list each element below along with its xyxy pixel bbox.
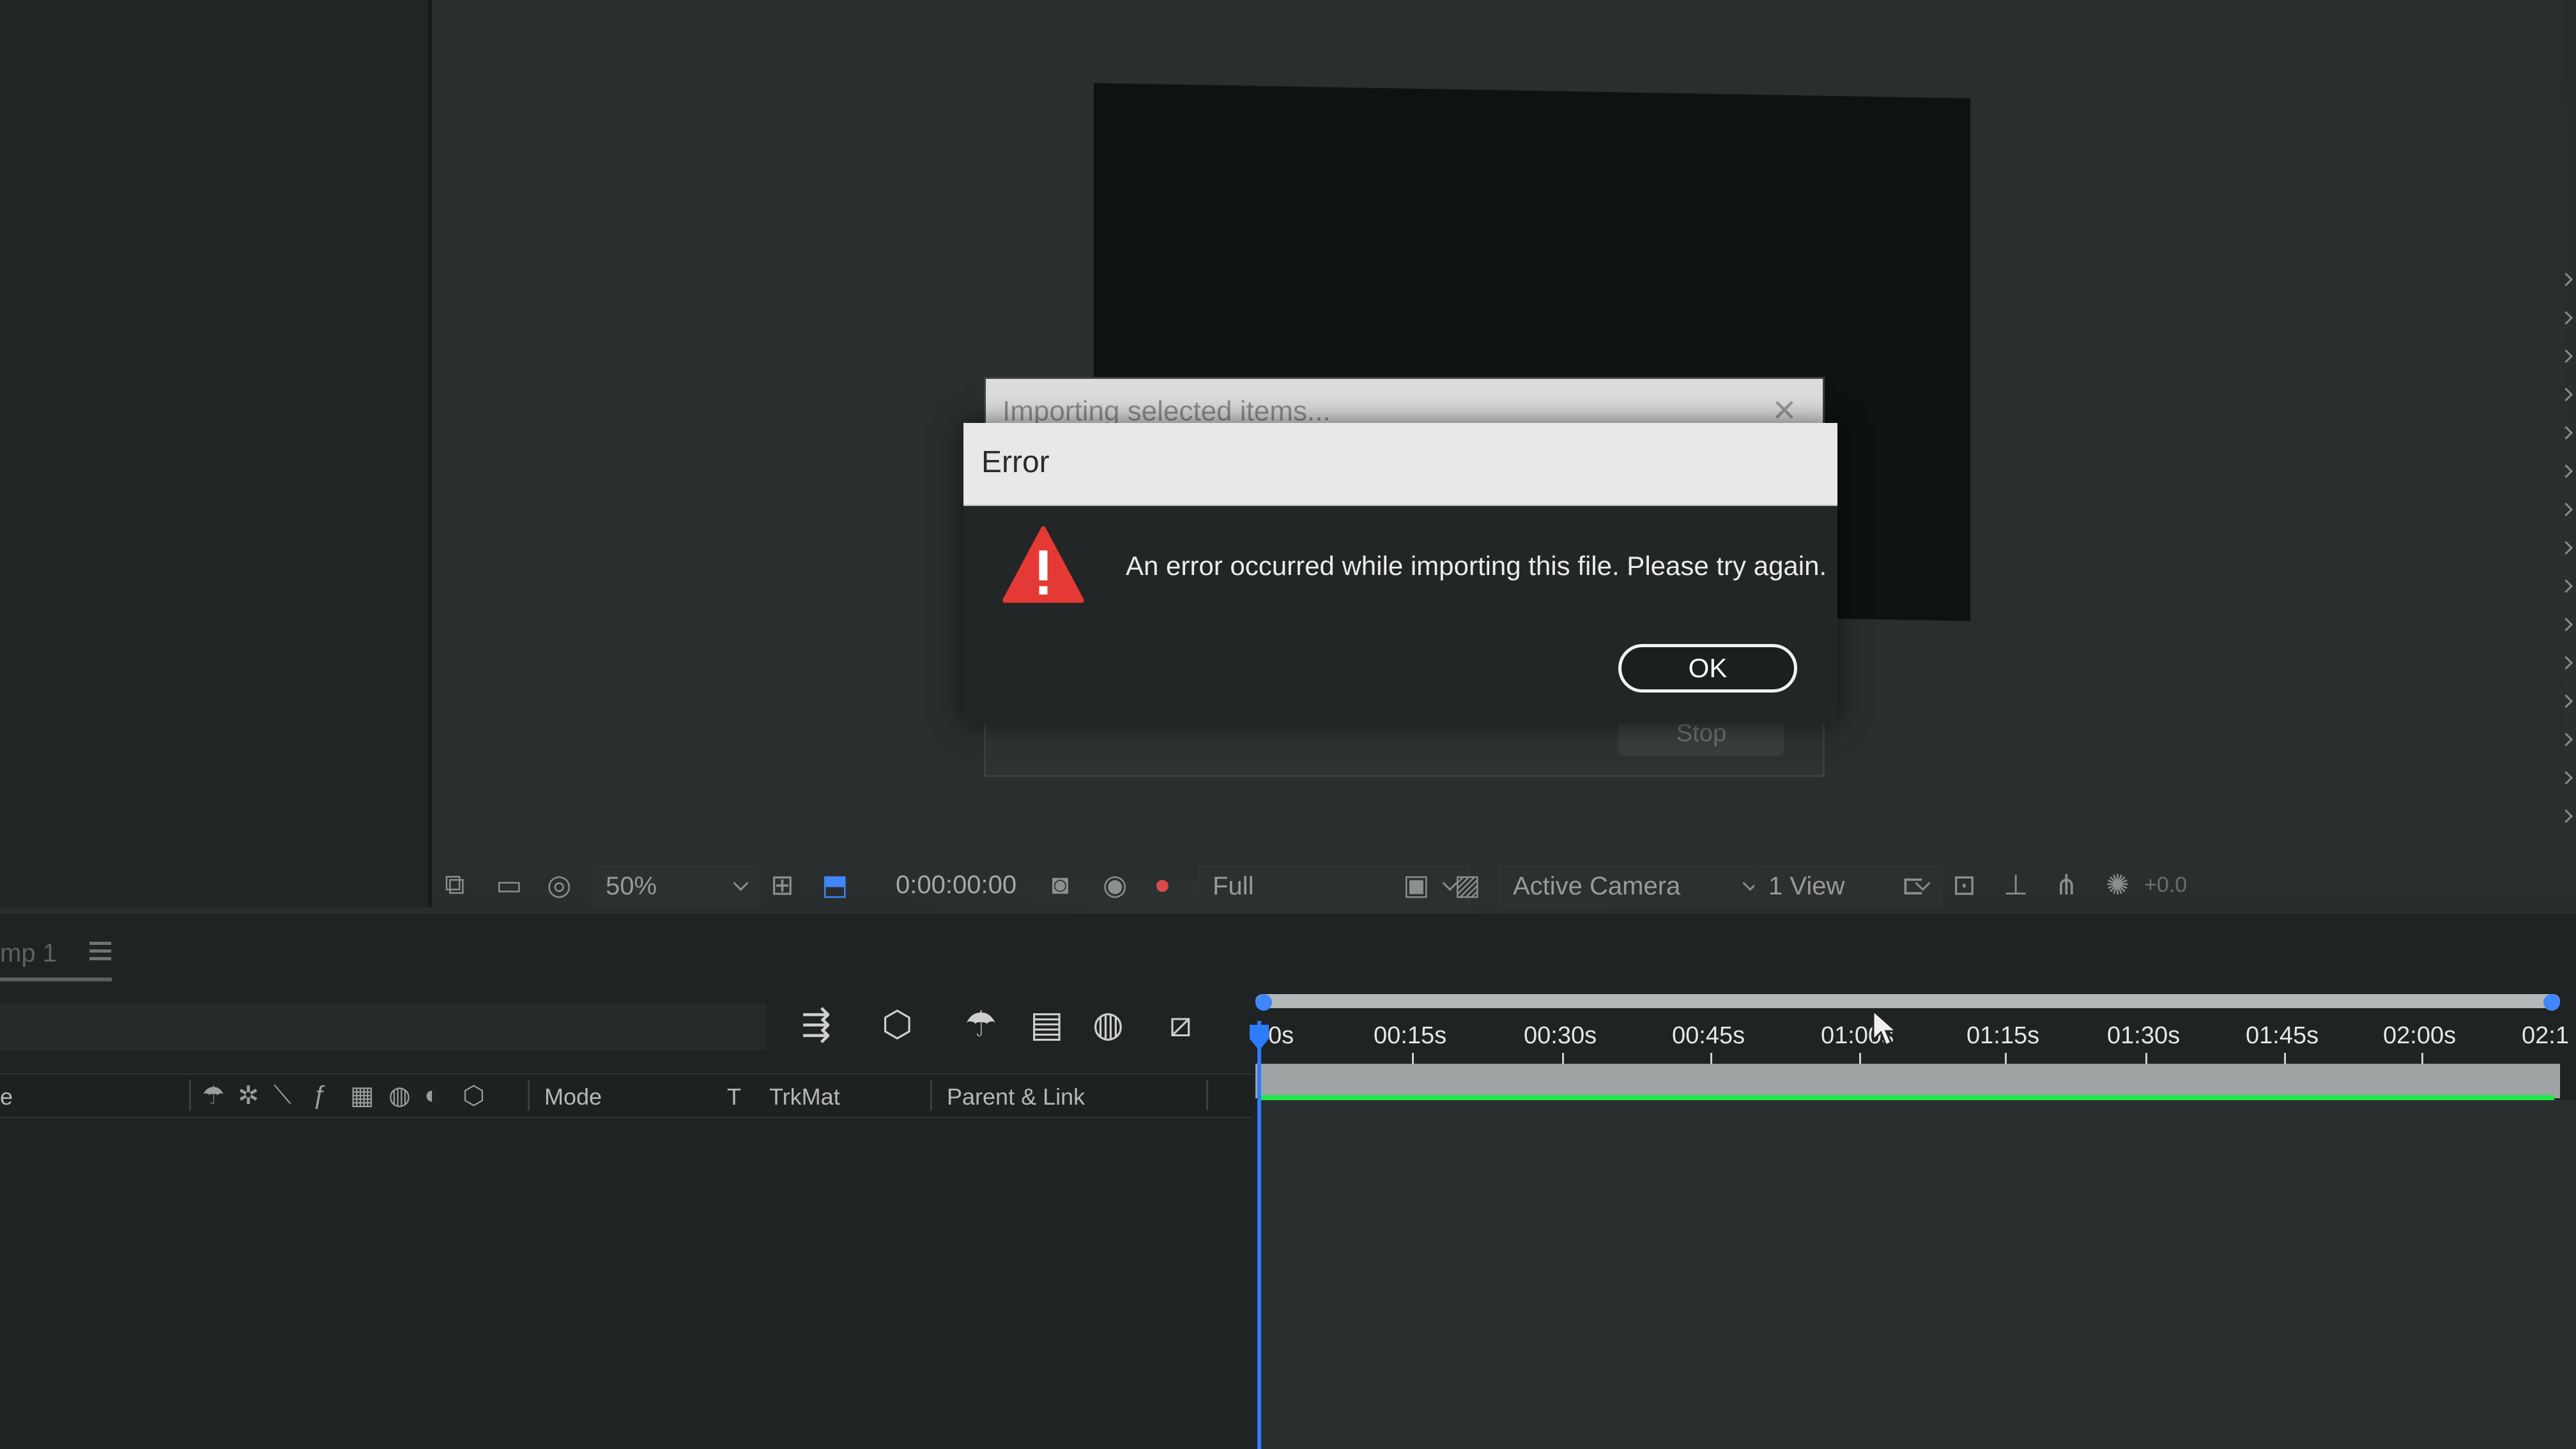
exposure-value[interactable]: +0.0 [2144,865,2187,905]
current-time-display[interactable]: 0:00:00:00 [896,865,1016,905]
chevron-right-icon[interactable] [2559,809,2573,824]
tab-menu-icon[interactable] [89,942,111,965]
monitor-icon[interactable]: ▭ [496,869,523,901]
ruler-label: 00:30s [1524,1022,1597,1049]
transparency-grid-icon[interactable]: ▨ [1454,869,1481,901]
column-separator [930,1080,932,1110]
camera-value: Active Camera [1513,871,1681,900]
timeline-comp-tab[interactable]: mp 1 [0,939,57,968]
toggle-pixel-aspect-icon[interactable]: ⊏ [1901,869,1925,901]
shy-layers-icon[interactable]: ☂ [965,1003,997,1045]
chevron-right-icon[interactable] [2559,540,2573,555]
chevron-right-icon[interactable] [2559,579,2573,594]
frame-blend-switch-icon[interactable]: ▦ [350,1081,374,1110]
motion-blur-switch-icon[interactable]: ◍ [388,1081,411,1110]
show-snapshot-icon[interactable]: ◉ [1103,869,1127,901]
resolution-value: Full [1213,871,1254,900]
current-time-indicator[interactable] [1257,1021,1261,1449]
chevron-right-icon[interactable] [2559,349,2573,364]
ruler-label: 01:15s [1966,1022,2040,1049]
timeline-icon[interactable]: ⊥ [2004,869,2028,901]
region-of-interest-icon[interactable]: ⬒ [822,869,848,901]
magnification-value: 50% [606,871,657,900]
error-dialog: Error An error occurred while importing … [963,423,1837,723]
chevron-right-icon[interactable] [2559,272,2573,287]
ruler-label: 02:00s [2383,1022,2457,1049]
render-progress-line [1257,1095,2554,1100]
column-mode: Mode [544,1084,602,1110]
always-preview-icon[interactable]: ⧉ [445,869,464,901]
chevron-right-icon[interactable] [2559,656,2573,670]
chevron-right-icon[interactable] [2559,617,2573,632]
camera-dropdown[interactable]: Active Camera [1499,865,1770,907]
chevron-right-icon[interactable] [2559,732,2573,747]
mask-icon[interactable]: ◎ [547,869,571,901]
chevron-right-icon[interactable] [2559,387,2573,402]
error-dialog-titlebar: Error [963,423,1837,506]
tab-underline [0,977,112,981]
chevron-right-icon[interactable] [2559,502,2573,517]
column-parent-link: Parent & Link [947,1084,1085,1110]
chevron-right-icon[interactable] [2559,310,2573,325]
3d-layer-switch-icon[interactable]: ⬡ [463,1081,485,1110]
chevron-right-icon[interactable] [2559,694,2573,709]
views-value: 1 View [1768,871,1845,900]
layer-column-header: e ☂ ✲ ⟍ ƒ ▦ ◍ ◐ ⬡ Mode T TrkMat Parent &… [0,1073,1252,1118]
column-separator [528,1080,530,1110]
reset-exposure-icon[interactable]: ✺ [2106,869,2129,901]
magnification-dropdown[interactable]: 50% [592,865,760,907]
chevron-right-icon[interactable] [2559,770,2573,785]
error-message: An error occurred while importing this f… [1126,551,1827,581]
ruler-label: 02:1 [2522,1022,2569,1049]
motion-blur-icon[interactable]: ◍ [1092,1003,1124,1045]
effects-switch-icon[interactable]: ƒ [312,1081,326,1110]
fast-previews-icon[interactable]: ▣ [1403,869,1430,901]
graph-editor-icon[interactable]: ⧄ [1169,1003,1192,1046]
viewer-toolbar: ⧉ ▭ ◎ 50% ⊞ ⬒ 0:00:00:00 ◙ ◉ ● Full ▣ ▨ … [432,856,2566,914]
quality-switch-icon[interactable]: ⟍ [273,1081,291,1110]
layer-search-input[interactable] [0,1003,767,1050]
column-separator [1206,1080,1208,1110]
layer-duration-bar[interactable] [1255,1064,2560,1098]
chevron-down-icon [733,875,749,891]
time-ruler[interactable]: 0s 00:15s 00:30s 00:45s 01:00s 01:15s 01… [1255,997,2576,1068]
flowchart-icon[interactable]: ⋔ [2055,869,2078,901]
column-t: T [727,1084,741,1110]
warning-icon [1002,526,1084,603]
ok-button[interactable]: OK [1618,644,1797,693]
panel-collapse-strip [2557,256,2576,869]
ruler-label: 0s [1268,1022,1294,1049]
channel-icon[interactable]: ● [1154,869,1171,901]
column-trkmat: TrkMat [769,1084,840,1110]
column-separator [189,1080,191,1110]
timeline-track-area[interactable] [1261,1100,2576,1449]
mouse-cursor-icon [1872,1009,1897,1047]
fast-preview-icon[interactable]: ⊡ [1952,869,1976,901]
ruler-label: 00:15s [1374,1022,1447,1049]
grid-guides-icon[interactable]: ⊞ [770,869,794,901]
adjustment-layer-switch-icon[interactable]: ◐ [424,1081,440,1110]
draft-3d-icon[interactable]: ⬡ [882,1003,913,1045]
snapshot-camera-icon[interactable]: ◙ [1052,869,1069,901]
ruler-label: 00:45s [1672,1022,1745,1049]
project-panel [0,0,432,907]
shy-switch-icon[interactable]: ☂ [202,1081,225,1110]
column-name-cut: e [0,1084,13,1110]
collapse-switch-icon[interactable]: ✲ [238,1081,259,1110]
ruler-label: 01:45s [2246,1022,2319,1049]
composition-flowchart-icon[interactable]: ⇶ [801,1003,831,1045]
error-dialog-title: Error [981,445,1050,479]
chevron-right-icon[interactable] [2559,464,2573,479]
frame-blending-icon[interactable]: ▤ [1030,1003,1064,1045]
chevron-right-icon[interactable] [2559,425,2573,440]
ruler-label: 01:30s [2107,1022,2181,1049]
